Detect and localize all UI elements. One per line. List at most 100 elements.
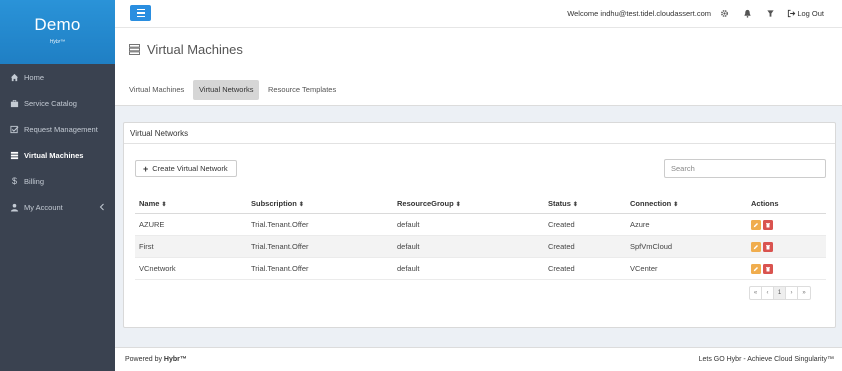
powered-by-brand: Hybr™	[163, 356, 187, 363]
tab-virtual-machines[interactable]: Virtual Machines	[123, 80, 190, 100]
cell-name: VCnetwork	[139, 264, 176, 273]
column-header-status[interactable]: Status ⬍	[548, 199, 578, 208]
sidebar-item-label: Home	[24, 72, 45, 82]
delete-button[interactable]	[763, 241, 773, 252]
create-virtual-network-button[interactable]: + Create Virtual Network	[135, 160, 237, 177]
user-icon	[10, 203, 19, 212]
sort-icon: ⬍	[673, 201, 679, 208]
briefcase-icon	[10, 99, 19, 108]
trash-icon	[766, 266, 770, 271]
sidebar-nav: Home Service Catalog Request Management …	[0, 64, 115, 220]
cell-status: Created	[548, 220, 575, 229]
table-row: First Trial.Tenant.Offer default Created…	[135, 236, 826, 258]
cell-resourcegroup: default	[397, 242, 420, 251]
delete-button[interactable]	[763, 263, 773, 274]
edit-button[interactable]	[751, 241, 761, 252]
search-input[interactable]	[664, 159, 826, 178]
sidebar-item-request-management[interactable]: Request Management	[0, 116, 115, 142]
sidebar-item-billing[interactable]: $ Billing	[0, 168, 115, 194]
page-number-button[interactable]: 1	[774, 287, 786, 299]
welcome-prefix: Welcome	[567, 9, 601, 18]
cell-subscription: Trial.Tenant.Offer	[251, 264, 309, 273]
row-actions	[751, 241, 773, 252]
page-last-button[interactable]: »	[798, 287, 810, 299]
page-first-button[interactable]: «	[750, 287, 762, 299]
sort-icon: ⬍	[455, 201, 461, 208]
cell-subscription: Trial.Tenant.Offer	[251, 220, 309, 229]
cell-subscription: Trial.Tenant.Offer	[251, 242, 309, 251]
user-email: indhu@test.tidel.cloudassert.com	[600, 9, 711, 18]
sidebar-item-label: Billing	[24, 176, 45, 186]
sort-icon: ⬍	[161, 201, 167, 208]
top-navbar: Welcome indhu@test.tidel.cloudassert.com…	[115, 0, 842, 28]
footer-tagline: Lets GO Hybr - Achieve Cloud Singularity…	[698, 356, 834, 363]
logout-icon	[788, 9, 796, 18]
home-icon	[10, 73, 19, 82]
server-icon	[10, 151, 19, 160]
trash-icon	[766, 222, 770, 227]
menu-icon	[136, 8, 145, 11]
page-header: Virtual Machines	[115, 28, 842, 72]
column-header-name[interactable]: Name ⬍	[139, 199, 166, 208]
brand-subtitle: Hybr™	[49, 39, 66, 45]
edit-button[interactable]	[751, 219, 761, 230]
pencil-icon	[753, 244, 758, 249]
cell-name: First	[139, 242, 154, 251]
column-header-actions: Actions	[751, 199, 779, 208]
sidebar-item-service-catalog[interactable]: Service Catalog	[0, 90, 115, 116]
cell-resourcegroup: default	[397, 220, 420, 229]
page-title: Virtual Machines	[147, 42, 243, 57]
sidebar: Demo Hybr™ Home Service Catalog Request …	[0, 0, 115, 371]
cell-name: AZURE	[139, 220, 165, 229]
sort-icon: ⬍	[572, 201, 578, 208]
tab-resource-templates[interactable]: Resource Templates	[262, 80, 342, 100]
logout-button[interactable]: Log Out	[787, 9, 824, 18]
tab-virtual-networks[interactable]: Virtual Networks	[193, 80, 260, 100]
brand-title: Demo	[34, 15, 81, 34]
tab-bar: Virtual Machines Virtual Networks Resour…	[115, 72, 842, 106]
powered-by: Powered by Hybr™	[125, 356, 187, 363]
sidebar-item-label: Request Management	[24, 124, 98, 134]
column-header-resourcegroup[interactable]: ResourceGroup ⬍	[397, 199, 461, 208]
server-icon	[129, 44, 140, 55]
sidebar-item-my-account[interactable]: My Account	[0, 194, 115, 220]
sort-icon: ⬍	[298, 201, 304, 208]
sidebar-item-home[interactable]: Home	[0, 64, 115, 90]
dollar-icon: $	[11, 175, 17, 186]
filter-icon[interactable]	[766, 9, 775, 18]
edit-button[interactable]	[751, 263, 761, 274]
menu-toggle-button[interactable]	[130, 5, 151, 21]
row-actions	[751, 263, 773, 274]
sidebar-item-virtual-machines[interactable]: Virtual Machines	[0, 142, 115, 168]
column-header-subscription[interactable]: Subscription ⬍	[251, 199, 304, 208]
powered-by-prefix: Powered by	[125, 356, 164, 363]
create-button-label: Create Virtual Network	[152, 164, 228, 173]
delete-button[interactable]	[763, 219, 773, 230]
row-actions	[751, 219, 773, 230]
page-next-button[interactable]: ›	[786, 287, 798, 299]
welcome-text: Welcome indhu@test.tidel.cloudassert.com	[567, 9, 711, 18]
cell-connection: Azure	[630, 220, 650, 229]
cell-connection: SpfVmCloud	[630, 242, 673, 251]
page-prev-button[interactable]: ‹	[762, 287, 774, 299]
chevron-left-icon[interactable]	[99, 203, 105, 211]
column-header-connection[interactable]: Connection ⬍	[630, 199, 678, 208]
virtual-networks-table: Name ⬍ Subscription ⬍ ResourceGroup ⬍ Statu…	[135, 194, 826, 280]
pencil-icon	[753, 222, 758, 227]
logout-label: Log Out	[797, 9, 824, 18]
trash-icon	[766, 244, 770, 249]
cell-resourcegroup: default	[397, 264, 420, 273]
cell-status: Created	[548, 264, 575, 273]
gear-icon[interactable]	[720, 9, 729, 18]
checkbox-icon	[10, 125, 19, 134]
cell-status: Created	[548, 242, 575, 251]
pencil-icon	[753, 266, 758, 271]
sidebar-item-label: Service Catalog	[24, 98, 77, 108]
sidebar-item-label: My Account	[24, 202, 63, 212]
pagination: « ‹ 1 › »	[749, 286, 811, 300]
bell-icon[interactable]	[743, 9, 752, 18]
brand[interactable]: Demo Hybr™	[0, 0, 115, 64]
cell-connection: VCenter	[630, 264, 658, 273]
sidebar-item-label: Virtual Machines	[24, 150, 84, 160]
footer: Powered by Hybr™ Lets GO Hybr - Achieve …	[115, 347, 842, 371]
